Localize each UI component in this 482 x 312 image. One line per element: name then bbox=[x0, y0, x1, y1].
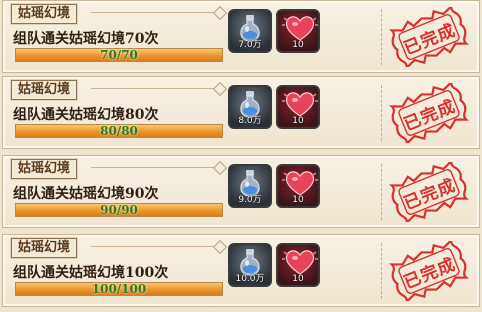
reward-favor-amount: 10 bbox=[292, 40, 304, 50]
card-divider bbox=[381, 9, 382, 65]
reward-exp-amount: 8.0万 bbox=[238, 116, 262, 126]
category-tag: 姑瑶幻境 bbox=[11, 80, 78, 100]
progress-bar: 90/90 bbox=[15, 203, 223, 217]
reward-exp-slot[interactable]: 8.0万 bbox=[228, 85, 272, 129]
progress-text: 80/80 bbox=[100, 124, 138, 138]
header-divider bbox=[91, 88, 221, 89]
task-title: 组队通关姑瑶幻境100次 bbox=[13, 265, 169, 281]
progress-bar: 70/70 bbox=[15, 48, 223, 62]
header-ornament bbox=[212, 81, 228, 97]
progress-text: 70/70 bbox=[100, 48, 138, 62]
reward-exp-amount: 7.0万 bbox=[238, 40, 262, 50]
reward-exp-amount: 9.0万 bbox=[238, 195, 262, 205]
progress-text: 100/100 bbox=[91, 282, 147, 296]
task-title: 组队通关姑瑶幻境80次 bbox=[13, 107, 159, 123]
reward-exp-amount: 10.0万 bbox=[235, 274, 265, 284]
task-card: 姑瑶幻境 组队通关姑瑶幻境90次 90/90 9.0万 10 已完成 bbox=[2, 155, 480, 228]
reward-favor-amount: 10 bbox=[292, 195, 304, 205]
progress-text: 90/90 bbox=[100, 203, 138, 217]
progress-bar: 100/100 bbox=[15, 282, 223, 296]
completed-stamp: 已完成 bbox=[387, 83, 471, 143]
reward-favor-slot[interactable]: 10 bbox=[276, 85, 320, 129]
header-divider bbox=[91, 12, 221, 13]
reward-exp-slot[interactable]: 9.0万 bbox=[228, 164, 272, 208]
task-title: 组队通关姑瑶幻境70次 bbox=[13, 31, 159, 47]
reward-favor-amount: 10 bbox=[292, 116, 304, 126]
card-divider bbox=[381, 164, 382, 220]
header-ornament bbox=[212, 5, 228, 21]
completed-stamp: 已完成 bbox=[387, 7, 471, 67]
category-tag: 姑瑶幻境 bbox=[11, 4, 78, 24]
heart-icon bbox=[282, 250, 318, 275]
category-tag: 姑瑶幻境 bbox=[11, 238, 78, 258]
card-divider bbox=[381, 243, 382, 299]
card-divider bbox=[381, 85, 382, 141]
heart-icon bbox=[282, 92, 318, 117]
reward-exp-slot[interactable]: 7.0万 bbox=[228, 9, 272, 53]
header-divider bbox=[91, 246, 221, 247]
progress-bar: 80/80 bbox=[15, 124, 223, 138]
task-card: 姑瑶幻境 组队通关姑瑶幻境100次 100/100 10.0万 10 已完成 bbox=[2, 234, 480, 307]
category-tag: 姑瑶幻境 bbox=[11, 159, 78, 179]
task-card: 姑瑶幻境 组队通关姑瑶幻境70次 70/70 7.0万 10 已完成 bbox=[2, 0, 480, 73]
header-divider bbox=[91, 167, 221, 168]
reward-favor-slot[interactable]: 10 bbox=[276, 243, 320, 287]
header-ornament bbox=[212, 239, 228, 255]
heart-icon bbox=[282, 16, 318, 41]
reward-favor-slot[interactable]: 10 bbox=[276, 164, 320, 208]
header-ornament bbox=[212, 160, 228, 176]
completed-stamp: 已完成 bbox=[387, 162, 471, 222]
heart-icon bbox=[282, 171, 318, 196]
task-title: 组队通关姑瑶幻境90次 bbox=[13, 186, 159, 202]
task-card: 姑瑶幻境 组队通关姑瑶幻境80次 80/80 8.0万 10 已完成 bbox=[2, 76, 480, 149]
completed-stamp: 已完成 bbox=[387, 241, 471, 301]
reward-favor-amount: 10 bbox=[292, 274, 304, 284]
reward-exp-slot[interactable]: 10.0万 bbox=[228, 243, 272, 287]
task-list: 姑瑶幻境 组队通关姑瑶幻境70次 70/70 7.0万 10 已完成 姑瑶幻境 … bbox=[0, 0, 482, 312]
reward-favor-slot[interactable]: 10 bbox=[276, 9, 320, 53]
